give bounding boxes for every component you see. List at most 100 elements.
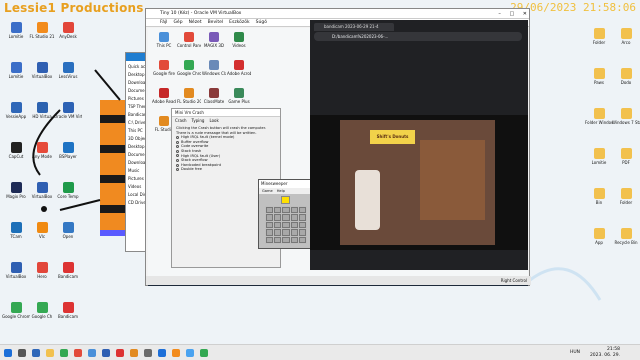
vm-desktop-icon[interactable]: MAGIX 3D (202, 32, 226, 48)
minesweeper-cell[interactable] (298, 214, 306, 221)
desktop-icon[interactable]: Folder (585, 28, 613, 45)
dialog-tab[interactable]: Typing (192, 118, 205, 123)
desktop-icon[interactable]: Dodo (612, 68, 640, 85)
desktop-icon[interactable]: Bandicam (54, 302, 82, 319)
minesweeper-cell[interactable] (266, 221, 274, 229)
vm-desktop-icon[interactable]: Windows Classic (202, 60, 226, 76)
vm-menu-item[interactable]: Bevitel (208, 20, 224, 25)
taskbar-app-icon[interactable] (88, 349, 96, 357)
vm-desktop-icon[interactable]: Videos (227, 32, 251, 48)
desktop-icon[interactable]: Folder (612, 188, 640, 205)
vm-titlebar[interactable]: Tiny 10 (Kéz) - Oracle VM VirtualBox – □… (146, 9, 529, 19)
desktop-icon[interactable]: CapCut (2, 142, 30, 159)
minesweeper-menu-item[interactable]: Game (262, 189, 273, 193)
taskbar-app-icon[interactable] (130, 349, 138, 357)
taskbar-app-icon[interactable] (46, 349, 54, 357)
taskbar-app-icon[interactable] (158, 349, 166, 357)
vm-desktop-icon[interactable]: Control Panel (177, 32, 201, 48)
taskbar-clock[interactable]: 21:58 2023. 06. 29. (590, 347, 620, 359)
desktop-icon[interactable]: VessieApp (2, 102, 30, 119)
desktop-icon[interactable]: Recycle Bin (612, 228, 640, 245)
desktop-icon[interactable]: AnyDesk (54, 22, 82, 39)
minesweeper-cell[interactable] (298, 207, 306, 214)
crash-option-radio[interactable]: Double free (176, 167, 276, 172)
minesweeper-cell[interactable] (266, 207, 274, 214)
vm-menu-item[interactable]: Gép (173, 20, 182, 25)
taskbar-app-icon[interactable] (74, 349, 82, 357)
minesweeper-cell[interactable] (282, 214, 290, 221)
close-button[interactable]: ✕ (523, 11, 527, 17)
taskbar-app-icon[interactable] (186, 349, 194, 357)
vm-desktop-icon[interactable]: Adobe Acrobat (227, 60, 251, 76)
minesweeper-cell[interactable] (290, 236, 298, 243)
desktop-icon[interactable]: Vlc (28, 222, 56, 239)
minesweeper-cell[interactable] (290, 207, 298, 214)
desktop-icon[interactable]: Windows 7 Starter (612, 108, 640, 125)
minesweeper-cell[interactable] (274, 236, 282, 243)
minesweeper-grid[interactable] (265, 206, 307, 244)
minesweeper-face-button[interactable] (281, 196, 290, 204)
minesweeper-cell[interactable] (282, 207, 290, 214)
desktop-icon[interactable]: BSPlayer (54, 142, 82, 159)
taskbar-app-icon[interactable] (4, 349, 12, 357)
minimize-button[interactable]: – (498, 11, 501, 17)
desktop-icon[interactable]: HD Virtua (28, 102, 56, 119)
dialog-tab[interactable]: Look (209, 118, 218, 123)
minesweeper-cell[interactable] (266, 236, 274, 243)
desktop-icon[interactable]: Open (54, 222, 82, 239)
browser-window[interactable]: bandicam 2023-06-29 21-4 D:/bandicam%202… (310, 20, 528, 270)
desktop-icon[interactable]: Bandicam (54, 262, 82, 279)
desktop-icon[interactable]: Core Temp (54, 182, 82, 199)
video-player[interactable]: Shift's Donuts 100 (310, 115, 528, 250)
desktop-icon[interactable]: Bin (585, 188, 613, 205)
taskbar-language[interactable]: HUN (570, 350, 580, 355)
desktop-icon[interactable]: Any Mode (28, 142, 56, 159)
vm-menu-item[interactable]: Nézet (189, 20, 202, 25)
taskbar-app-icon[interactable] (60, 349, 68, 357)
desktop-icon[interactable]: VirtualBox (28, 62, 56, 79)
vm-desktop-icon[interactable]: Adobe Reader (152, 88, 176, 104)
minesweeper-cell[interactable] (274, 207, 282, 214)
dialog-tab[interactable]: Crash (175, 118, 187, 123)
desktop-icon[interactable]: App (585, 228, 613, 245)
minesweeper-cell[interactable] (298, 236, 306, 243)
minesweeper-cell[interactable] (266, 214, 274, 221)
desktop-icon[interactable]: Hero (28, 262, 56, 279)
desktop-icon[interactable]: Google Chrome (2, 302, 30, 319)
vm-desktop-icon[interactable]: ClassMate (202, 88, 226, 104)
vm-desktop-icon[interactable]: Game Plus (227, 88, 251, 104)
desktop-icon[interactable]: FL Studio 21 (28, 22, 56, 39)
taskbar-app-icon[interactable] (200, 349, 208, 357)
vm-menu-item[interactable]: Eszközök (229, 20, 249, 25)
minesweeper-cell[interactable] (290, 214, 298, 221)
taskbar-app-icon[interactable] (144, 349, 152, 357)
desktop-icon[interactable]: Folder Windows 10 (585, 108, 613, 125)
desktop-icon[interactable]: Oracle VM VirtualBox (54, 102, 82, 119)
minesweeper-cell[interactable] (282, 229, 290, 236)
minesweeper-menu-item[interactable]: Help (277, 189, 285, 193)
desktop-icon[interactable]: Google Ch (28, 302, 56, 319)
vm-menu-item[interactable]: Súgó (256, 20, 267, 25)
browser-tab[interactable]: bandicam 2023-06-29 21-4 (314, 23, 394, 31)
minesweeper-cell[interactable] (290, 221, 298, 229)
desktop-icon[interactable]: LessVirus (54, 62, 82, 79)
desktop-icon[interactable]: Paws (585, 68, 613, 85)
vm-desktop-icon[interactable]: FL Studio 20 (177, 88, 201, 104)
minesweeper-cell[interactable] (298, 221, 306, 229)
address-bar[interactable]: D:/bandicam%202023-06-... (314, 32, 522, 41)
desktop-icon[interactable]: Lomitie (2, 62, 30, 79)
desktop-icon[interactable]: Arco (612, 28, 640, 45)
minesweeper-window[interactable]: Minesweeper Game Help (258, 179, 313, 249)
vm-desktop-icon[interactable]: Google Chrome (177, 60, 201, 76)
vm-desktop-icon[interactable]: Google fire (152, 60, 176, 76)
minesweeper-cell[interactable] (298, 229, 306, 236)
taskbar-app-icon[interactable] (116, 349, 124, 357)
minesweeper-cell[interactable] (274, 221, 282, 229)
minesweeper-cell[interactable] (266, 229, 274, 236)
minesweeper-cell[interactable] (282, 221, 290, 229)
desktop-icon[interactable]: VirtualBox (2, 262, 30, 279)
vm-desktop-icon[interactable]: This PC (152, 32, 176, 48)
desktop-icon[interactable]: PDF (612, 148, 640, 165)
vm-menu-item[interactable]: Fájl (160, 20, 167, 25)
maximize-button[interactable]: □ (509, 11, 514, 17)
